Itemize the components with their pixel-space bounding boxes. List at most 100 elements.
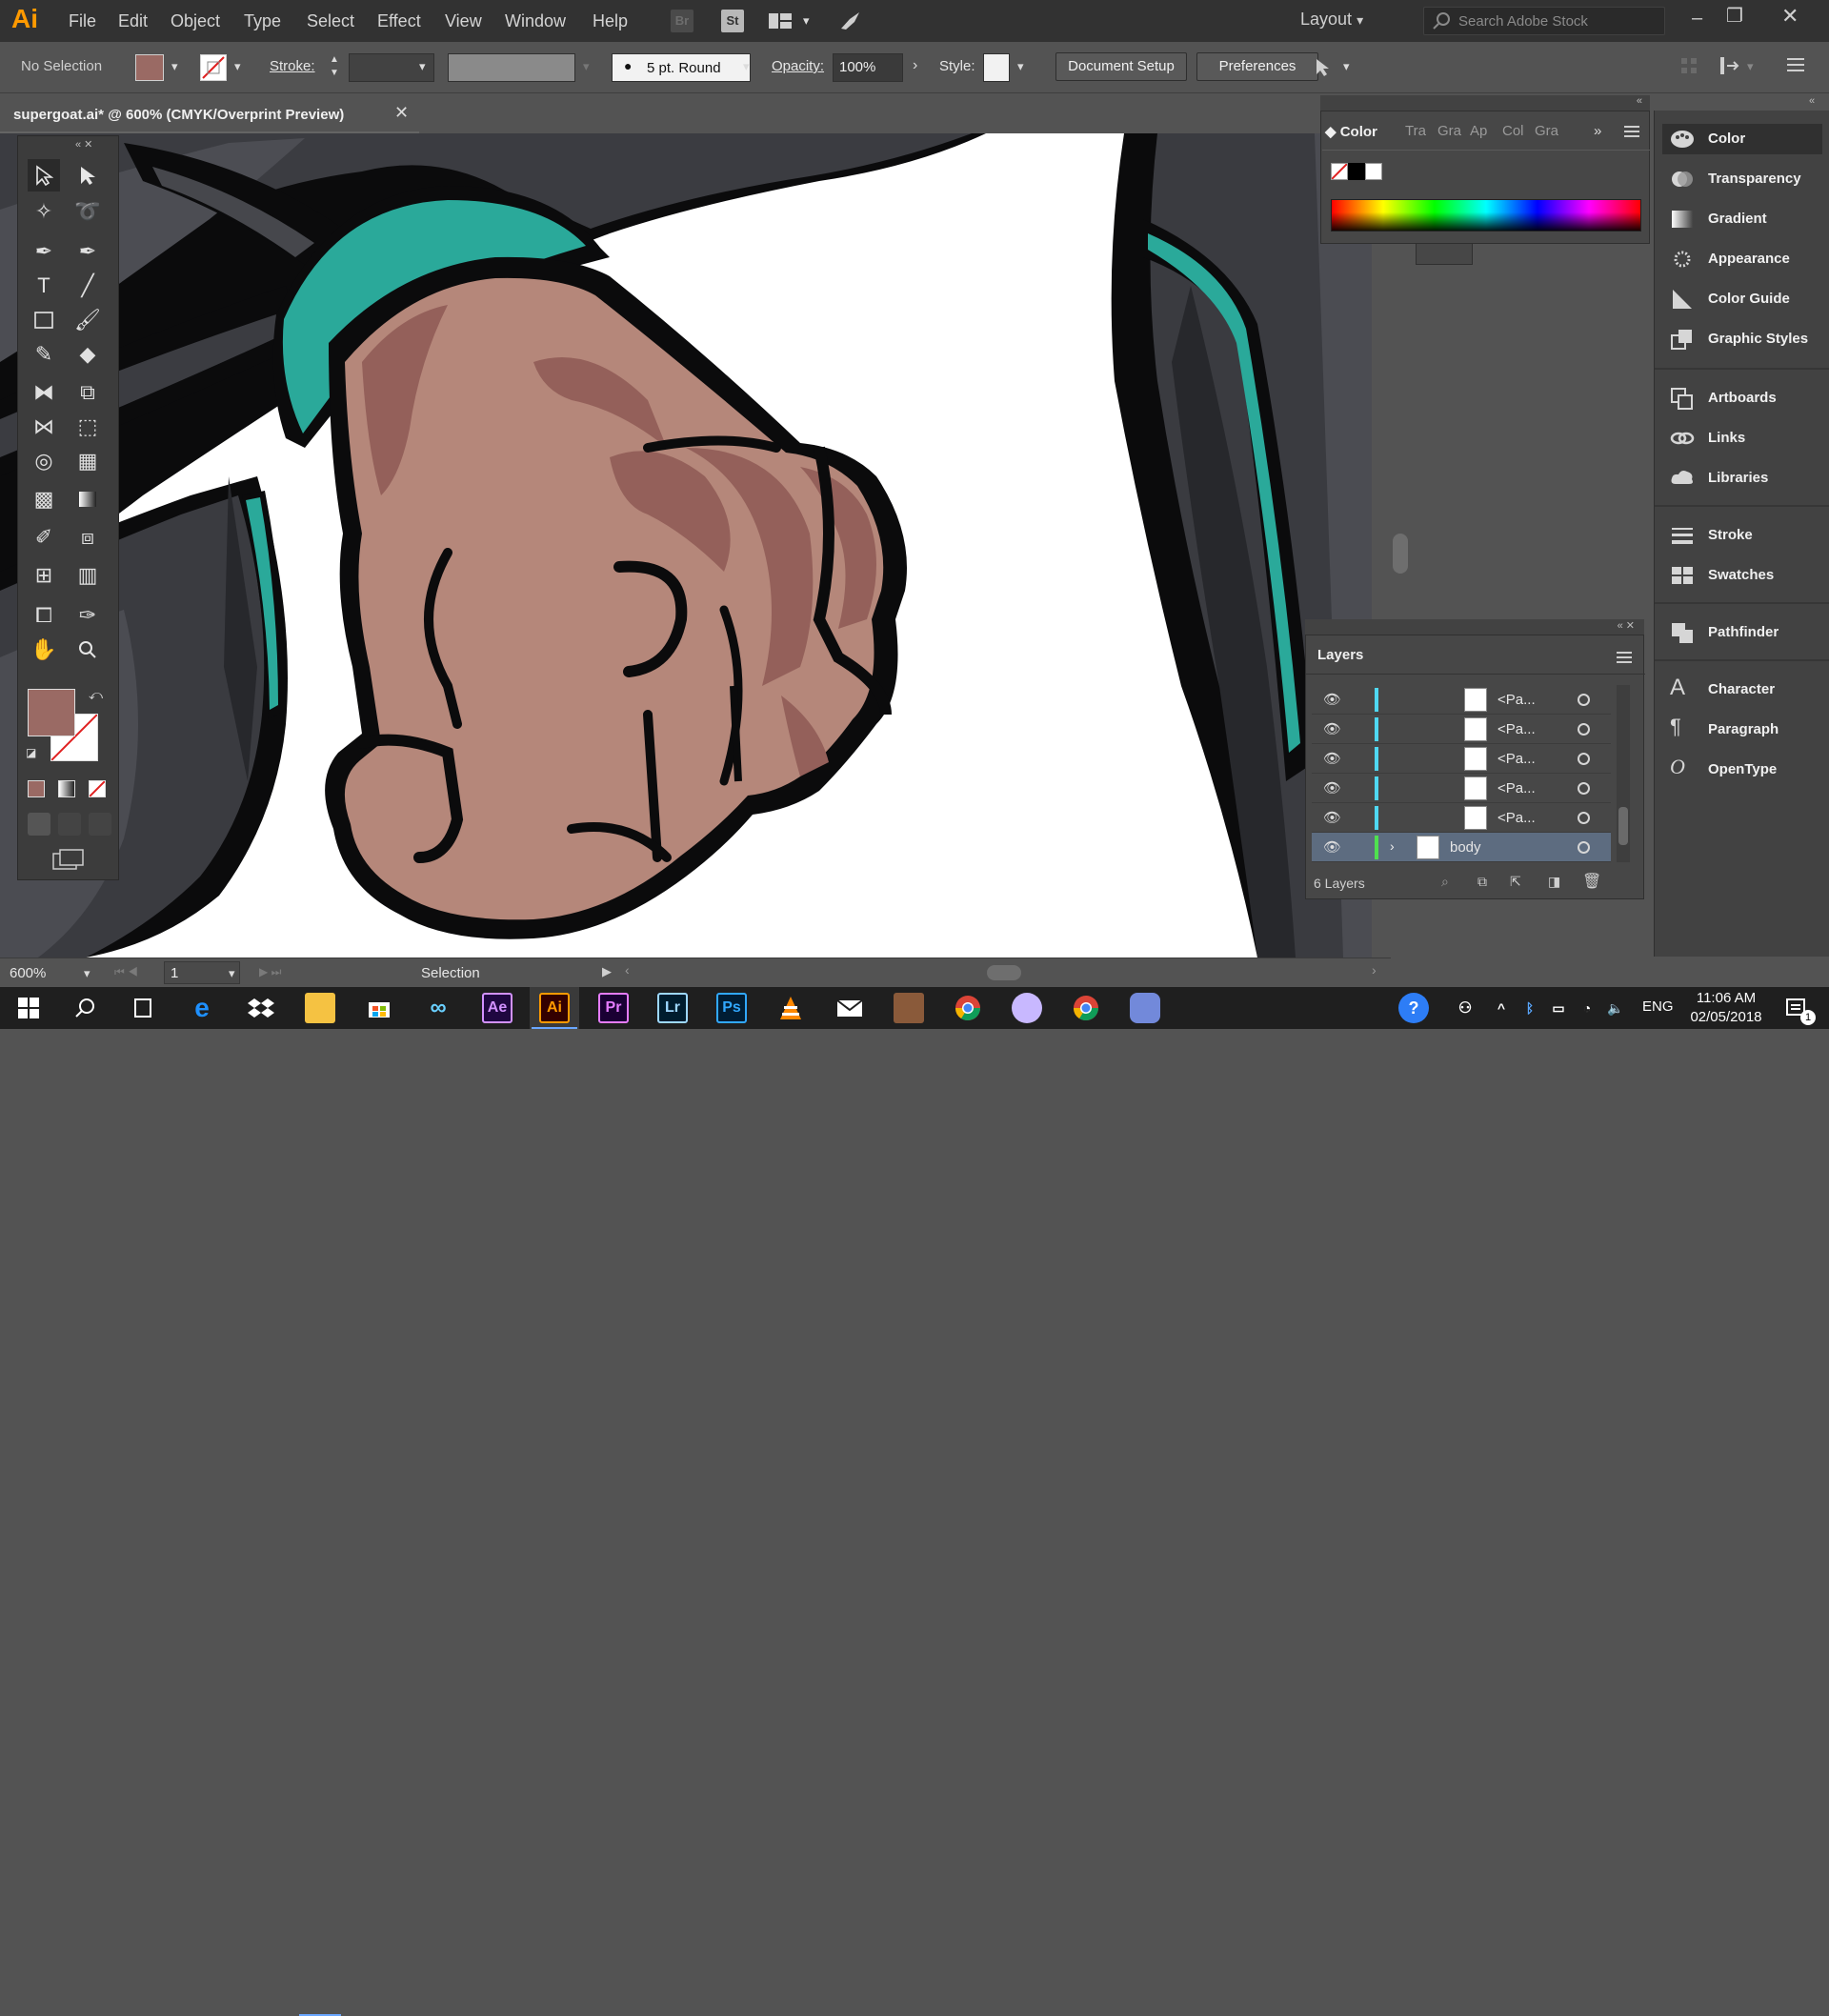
menu-type[interactable]: Type [244,0,281,42]
vertical-scrollbar-thumb[interactable] [1393,534,1408,574]
perspective-grid-tool-icon[interactable]: ▦ [71,445,104,477]
dock-item-links[interactable]: Links [1670,423,1822,454]
dock-item-color-guide[interactable]: Color Guide [1670,284,1822,314]
draw-inside-icon[interactable] [89,813,111,836]
chevron-down-icon[interactable]: ▾ [171,59,178,74]
layer-row[interactable]: 👁 <Pa... [1312,803,1611,833]
reflect-tool-icon[interactable]: ⧓ [28,376,60,409]
direct-selection-tool-icon[interactable] [71,159,104,192]
chevron-down-icon[interactable]: ▾ [1343,59,1350,74]
line-segment-tool-icon[interactable]: ╱ [71,270,104,302]
mesh-tool-icon[interactable]: ▩ [28,483,60,515]
artboard-canvas[interactable] [0,133,1372,958]
dock-item-graphic-styles[interactable]: Graphic Styles [1670,324,1822,354]
chevron-down-icon[interactable]: ▾ [583,59,590,74]
blend-tool-icon[interactable]: ⧈ [71,521,104,554]
variable-width-profile[interactable] [448,53,575,82]
preferences-button[interactable]: Preferences [1196,52,1318,81]
file-explorer-icon[interactable] [305,993,335,1023]
layer-name[interactable]: body [1450,839,1481,856]
infinity-app-icon[interactable]: ∞ [423,993,453,1023]
menu-select[interactable]: Select [307,0,354,42]
create-sublayer-icon[interactable]: ⇱ [1510,874,1521,890]
dock-item-color[interactable]: Color [1662,124,1822,154]
none-swatch[interactable] [1331,163,1348,180]
lasso-tool-icon[interactable]: ➰ [71,195,104,228]
panel-collapse-bar[interactable]: « [1320,95,1650,111]
dropbox-icon[interactable] [246,993,276,1023]
dock-item-character[interactable]: A Character [1670,675,1822,705]
visibility-eye-icon[interactable]: 👁 [1323,750,1341,767]
dock-item-opentype[interactable]: O OpenType [1670,755,1822,785]
paint-app-icon[interactable] [1012,993,1042,1023]
hand-tool-icon[interactable]: ✋ [28,634,60,666]
chevron-right-icon[interactable]: › [913,57,917,74]
search-adobe-stock-input[interactable]: Search Adobe Stock [1423,7,1665,35]
shaper-tool-icon[interactable]: ✎ [28,338,60,371]
fill-swatch[interactable] [135,54,164,81]
make-clipping-mask-icon[interactable]: ⧉ [1477,874,1487,890]
select-similar-icon[interactable] [1311,55,1336,78]
tab-appearance[interactable]: Ap [1470,123,1487,139]
selection-tool-icon[interactable] [28,159,60,192]
dock-item-swatches[interactable]: Swatches [1670,560,1822,591]
discord-icon[interactable] [1130,993,1160,1023]
search-icon[interactable] [70,993,101,1023]
close-document-icon[interactable]: ✕ [394,103,409,123]
swap-fill-stroke-icon[interactable]: ⤺ [89,687,103,703]
eyedropper-tool-icon[interactable]: ✐ [28,521,60,554]
type-tool-icon[interactable]: T [28,270,60,302]
default-colors-icon[interactable]: ◪ [26,746,36,759]
chevron-down-icon[interactable]: ▾ [84,966,90,981]
color-mode-icon[interactable] [28,780,45,797]
pen-tool-icon[interactable]: ✒ [28,235,60,268]
layers-collapse-bar[interactable]: « ✕ [1305,619,1644,635]
dock-item-paragraph[interactable]: ¶ Paragraph [1670,715,1822,745]
target-circle-icon[interactable] [1578,753,1590,765]
photoshop-icon[interactable]: Ps [716,993,747,1023]
stroke-weight-stepper[interactable]: ▲ ▼ [330,53,339,80]
align-icon[interactable] [1680,57,1698,74]
delete-layer-icon[interactable]: 🗑 [1582,872,1601,891]
screen-mode-icon[interactable] [52,849,85,870]
dock-item-artboards[interactable]: Artboards [1670,383,1822,413]
visibility-eye-icon[interactable]: 👁 [1323,838,1341,856]
gradient-tool-icon[interactable] [71,483,104,515]
target-circle-icon[interactable] [1578,723,1590,736]
free-transform-tool-icon[interactable]: ⬚ [71,411,104,443]
chrome-icon[interactable] [953,993,983,1023]
minimize-icon[interactable]: – [1692,8,1702,30]
arrange-documents-icon[interactable] [768,10,792,32]
tab-graphic-styles[interactable]: Gra [1535,123,1558,139]
rectangle-tool-icon[interactable] [28,304,60,336]
layer-row-body[interactable]: 👁 › body [1312,833,1611,862]
dock-item-gradient[interactable]: Gradient [1670,204,1822,234]
chevron-down-icon[interactable]: ▾ [1017,59,1024,74]
new-layer-icon[interactable]: ◨ [1548,874,1560,890]
gradient-mode-icon[interactable] [58,780,75,797]
stock-icon[interactable]: St [721,10,744,32]
layer-row[interactable]: 👁 <Pa... [1312,685,1611,715]
collapse-panel-icon[interactable]: « ✕ [75,138,92,151]
document-setup-button[interactable]: Document Setup [1055,52,1187,81]
dock-item-libraries[interactable]: Libraries [1670,463,1822,494]
chrome-icon[interactable] [1071,993,1101,1023]
visibility-eye-icon[interactable]: 👁 [1323,720,1341,737]
chevron-down-icon[interactable]: ▾ [803,13,810,29]
wifi-icon[interactable]: ◔ [1576,993,1598,1023]
dock-collapse-icon[interactable]: « [1809,95,1815,107]
zoom-tool-icon[interactable] [71,634,104,666]
illustrator-icon[interactable]: Ai [539,993,570,1023]
white-swatch[interactable] [1365,163,1382,180]
transform-icon[interactable] [1718,55,1741,76]
chevron-down-icon[interactable]: ▾ [1747,59,1754,74]
first-artboard-icon[interactable]: ⏮ ◀ [114,965,138,979]
stroke-swatch[interactable] [200,54,227,81]
paintbrush-tool-icon[interactable]: 🖌 [71,304,104,336]
menu-object[interactable]: Object [171,0,220,42]
zoom-level[interactable]: 600% [10,965,46,981]
volume-icon[interactable]: 🔈 [1604,993,1627,1023]
windows-start-icon[interactable] [13,993,44,1023]
people-icon[interactable]: ⚇ [1450,993,1480,1023]
mail-icon[interactable] [834,993,865,1023]
